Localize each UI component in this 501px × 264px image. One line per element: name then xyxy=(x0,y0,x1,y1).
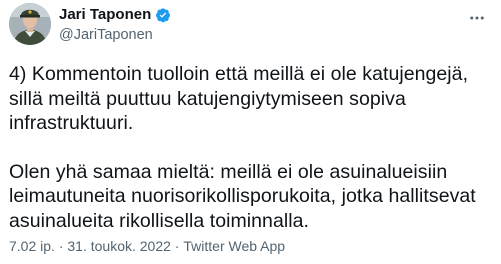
tweet-paragraph: Olen yhä samaa mieltä: meillä ei ole asu… xyxy=(9,160,476,232)
more-horizontal-icon[interactable] xyxy=(467,8,487,28)
author-handle[interactable]: @JariTaponen xyxy=(59,26,171,44)
tweet-time[interactable]: 7.02 ip. xyxy=(9,237,55,255)
meta-separator: · xyxy=(170,238,184,254)
meta-separator: · xyxy=(54,238,68,254)
author-block: Jari Taponen @JariTaponen xyxy=(59,5,171,44)
verified-badge-icon xyxy=(155,7,171,23)
avatar[interactable] xyxy=(9,3,51,45)
profile-photo-icon xyxy=(9,3,51,45)
tweet-text: 4) Kommentoin tuolloin että meillä ei ol… xyxy=(9,62,489,233)
tweet-date[interactable]: 31. toukok. 2022 xyxy=(67,237,171,255)
tweet-meta: 7.02 ip. · 31. toukok. 2022 · Twitter We… xyxy=(9,237,285,255)
name-row: Jari Taponen xyxy=(59,5,171,24)
tweet-paragraph: 4) Kommentoin tuolloin että meillä ei ol… xyxy=(9,63,469,134)
tweet-source[interactable]: Twitter Web App xyxy=(183,237,285,255)
author-display-name[interactable]: Jari Taponen xyxy=(59,5,151,24)
tweet-card: Jari Taponen @JariTaponen 4) Kommentoin … xyxy=(0,0,501,264)
